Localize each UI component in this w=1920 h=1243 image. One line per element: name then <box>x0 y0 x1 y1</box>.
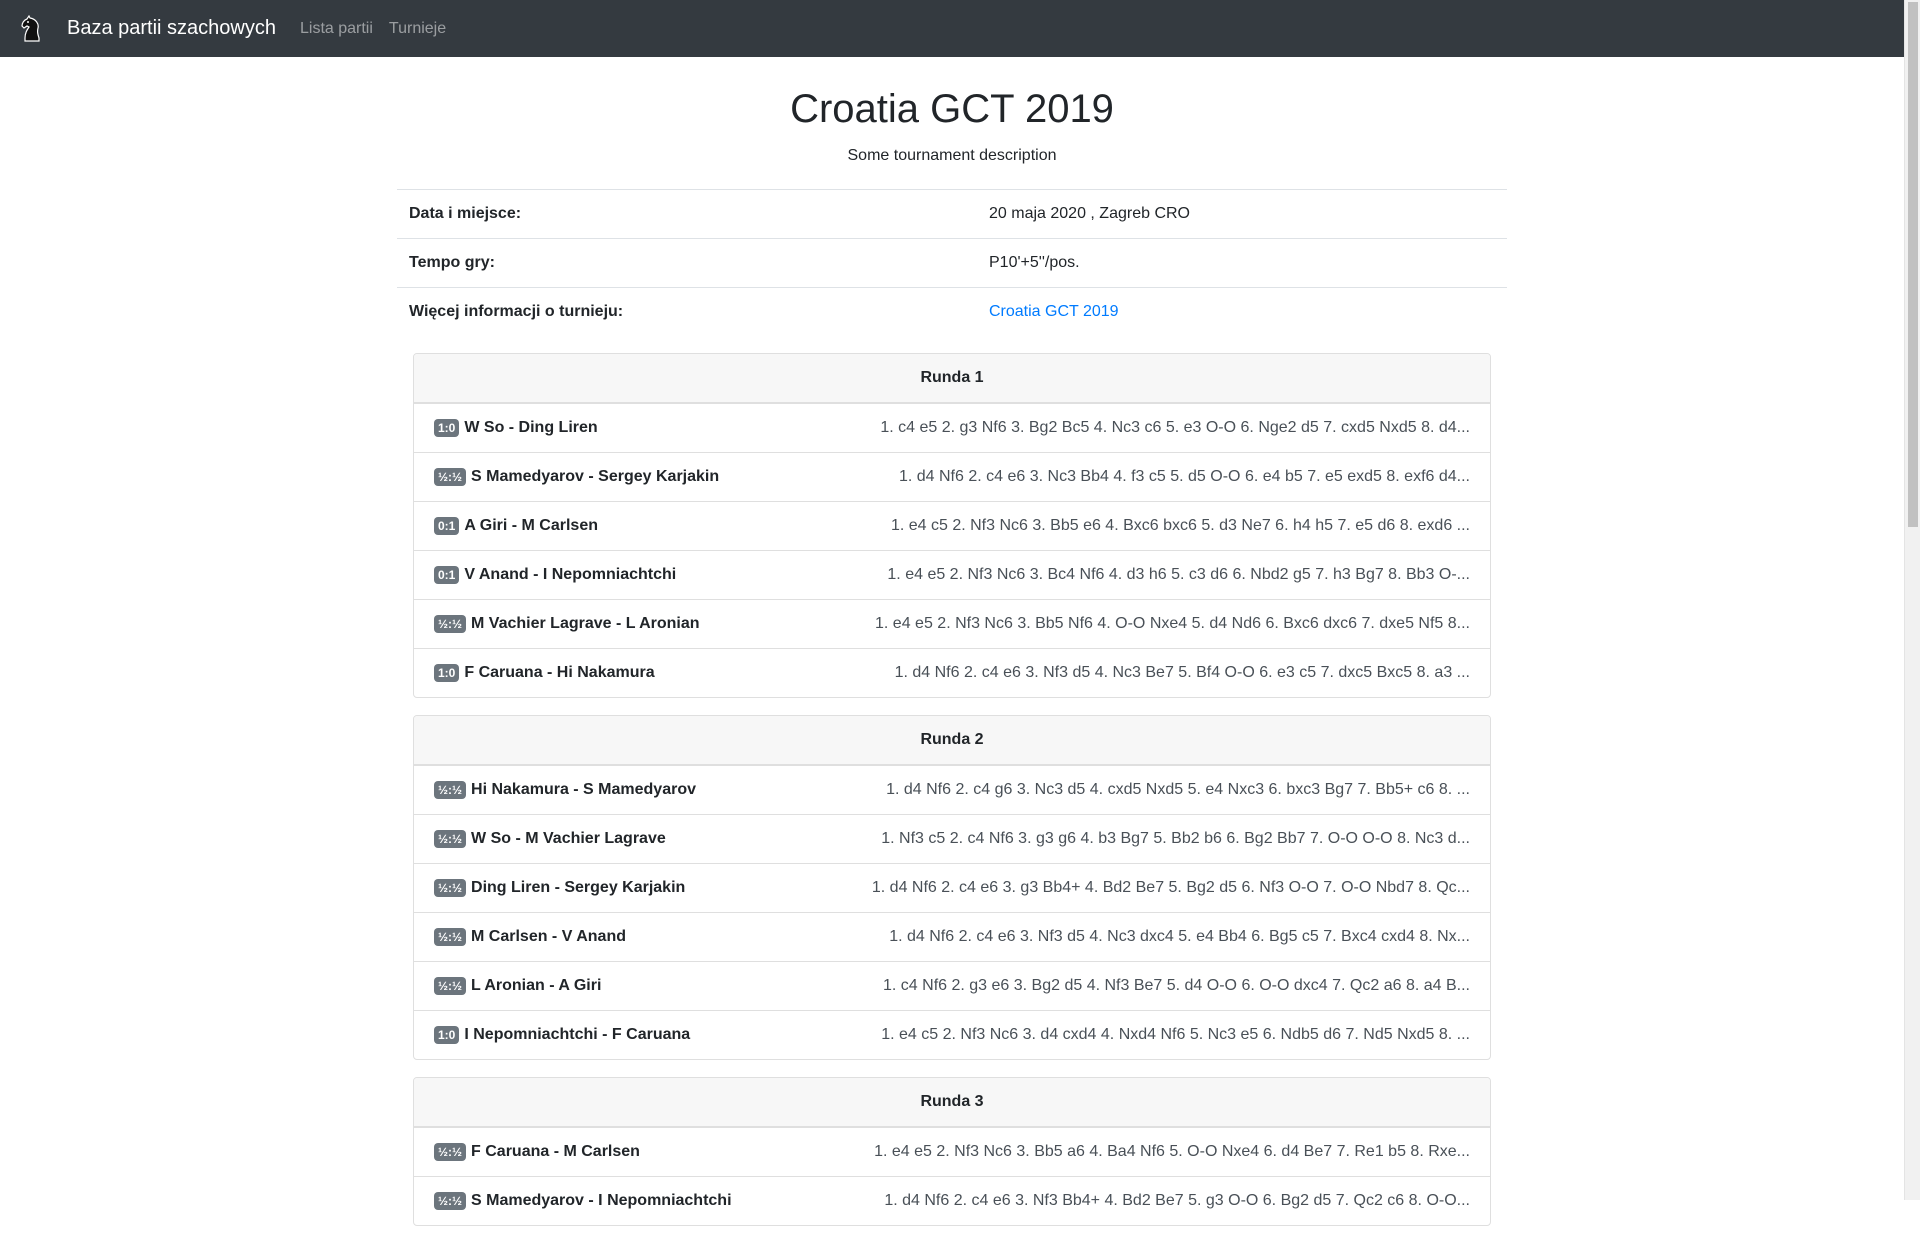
game-moves: 1. d4 Nf6 2. c4 e6 3. g3 Bb4+ 4. Bd2 Be7… <box>871 878 1470 896</box>
result-badge: ½:½ <box>434 1142 467 1161</box>
game-players[interactable]: I Nepomniachtchi - F Caruana <box>464 1026 690 1044</box>
result-badge: ½:½ <box>434 467 467 486</box>
chess-knight-icon[interactable] <box>17 14 47 44</box>
game-row[interactable]: ½:½ S Mamedyarov - Sergey Karjakin 1. d4 N… <box>414 451 1490 501</box>
game-row[interactable]: ½:½ W So - M Vachier Lagrave 1. Nf3 c5 2. … <box>414 813 1490 863</box>
game-players[interactable]: S Mamedyarov - Sergey Karjakin <box>471 468 719 486</box>
scrollbar-thumb[interactable] <box>1908 2 1918 527</box>
game-row[interactable]: 1:0 I Nepomniachtchi - F Caruana 1. e4 c5 … <box>414 1009 1490 1059</box>
result-badge: 1:0 <box>434 1025 460 1044</box>
game-moves: 1. Nf3 c5 2. c4 Nf6 3. g3 g6 4. b3 Bg7 5… <box>881 829 1470 847</box>
result-badge: 0:1 <box>434 565 460 584</box>
info-row-more: Więcej informacji o turnieju: Croatia GC… <box>397 287 1507 337</box>
game-moves: 1. d4 Nf6 2. c4 e6 3. Nf3 Bb4+ 4. Bd2 Be… <box>884 1191 1470 1209</box>
game-moves: 1. d4 Nf6 2. c4 e6 3. Nf3 d5 4. Nc3 Be7 … <box>894 663 1470 681</box>
info-value-more: Croatia GCT 2019 <box>977 287 1507 337</box>
info-value-tempo: P10'+5''/pos. <box>977 238 1507 288</box>
info-label-more: Więcej informacji o turnieju: <box>397 287 977 337</box>
game-players[interactable]: Hi Nakamura - S Mamedyarov <box>471 781 696 799</box>
game-row[interactable]: ½:½ M Carlsen - V Anand 1. d4 Nf6 2. c4 e6… <box>414 911 1490 961</box>
game-players[interactable]: W So - M Vachier Lagrave <box>471 830 666 848</box>
game-players[interactable]: M Carlsen - V Anand <box>471 928 626 946</box>
game-row[interactable]: 0:1 V Anand - I Nepomniachtchi 1. e4 e5 2.… <box>414 549 1490 599</box>
game-moves: 1. d4 Nf6 2. c4 e6 3. Nf3 d5 4. Nc3 dxc4… <box>889 927 1470 945</box>
game-moves: 1. e4 e5 2. Nf3 Nc6 3. Bc4 Nf6 4. d3 h6 … <box>887 565 1470 583</box>
game-row[interactable]: ½:½ Ding Liren - Sergey Karjakin 1. d4 Nf6… <box>414 862 1490 912</box>
tournament-info-link[interactable]: Croatia GCT 2019 <box>989 303 1119 320</box>
info-label-tempo: Tempo gry: <box>397 238 977 288</box>
game-moves: 1. c4 e5 2. g3 Nf6 3. Bg2 Bc5 4. Nc3 c6 … <box>880 418 1470 436</box>
tournament-description: Some tournament description <box>847 147 1057 164</box>
nav-link-games-list[interactable]: Lista partii <box>300 20 373 38</box>
round-card: Runda 1 1:0 W So - Ding Liren 1. c4 e5 2. … <box>413 352 1491 698</box>
game-players[interactable]: F Caruana - Hi Nakamura <box>464 664 654 682</box>
result-badge: ½:½ <box>434 614 467 633</box>
game-players[interactable]: A Giri - M Carlsen <box>464 517 598 535</box>
result-badge: ½:½ <box>434 927 467 946</box>
game-moves: 1. e4 e5 2. Nf3 Nc6 3. Bb5 a6 4. Ba4 Nf6… <box>874 1142 1470 1160</box>
brand[interactable]: Baza partii szachowych <box>17 14 300 44</box>
brand-title[interactable]: Baza partii szachowych <box>67 17 276 40</box>
result-badge: ½:½ <box>434 878 467 897</box>
result-badge: ½:½ <box>434 829 467 848</box>
game-players[interactable]: F Caruana - M Carlsen <box>471 1143 640 1161</box>
game-moves: 1. e4 c5 2. Nf3 Nc6 3. Bb5 e6 4. Bxc6 bx… <box>890 516 1470 534</box>
info-row-tempo: Tempo gry: P10'+5''/pos. <box>397 238 1507 288</box>
round-header: Runda 2 <box>414 715 1490 765</box>
game-moves: 1. c4 Nf6 2. g3 e6 3. Bg2 d5 4. Nf3 Be7 … <box>883 976 1470 994</box>
round-card: Runda 3 ½:½ F Caruana - M Carlsen 1. e4 e5… <box>413 1076 1491 1226</box>
info-value-date: 20 maja 2020 , Zagreb CRO <box>977 189 1507 239</box>
rounds-list: Runda 1 1:0 W So - Ding Liren 1. c4 e5 2. … <box>413 352 1491 1226</box>
game-moves: 1. d4 Nf6 2. c4 e6 3. Nc3 Bb4 4. f3 c5 5… <box>898 467 1470 485</box>
game-moves: 1. e4 e5 2. Nf3 Nc6 3. Bb5 Nf6 4. O-O Nx… <box>875 614 1470 632</box>
game-row[interactable]: ½:½ F Caruana - M Carlsen 1. e4 e5 2. Nf3 … <box>414 1126 1490 1176</box>
game-players[interactable]: Ding Liren - Sergey Karjakin <box>471 879 685 897</box>
game-row[interactable]: ½:½ Hi Nakamura - S Mamedyarov 1. d4 Nf6 2… <box>414 764 1490 814</box>
result-badge: 1:0 <box>434 663 460 682</box>
round-card: Runda 2 ½:½ Hi Nakamura - S Mamedyarov 1. … <box>413 714 1491 1060</box>
game-players[interactable]: L Aronian - A Giri <box>471 977 601 995</box>
info-label-date: Data i miejsce: <box>397 189 977 239</box>
info-row-date: Data i miejsce: 20 maja 2020 , Zagreb CR… <box>397 189 1507 239</box>
game-row[interactable]: 1:0 F Caruana - Hi Nakamura 1. d4 Nf6 2. c… <box>414 647 1490 697</box>
tournament-title: Croatia GCT 2019 <box>790 87 1114 131</box>
navbar: Baza partii szachowych Lista partii Turn… <box>0 0 1904 57</box>
game-players[interactable]: W So - Ding Liren <box>464 419 597 437</box>
game-row[interactable]: 0:1 A Giri - M Carlsen 1. e4 c5 2. Nf3 Nc6… <box>414 500 1490 550</box>
result-badge: 0:1 <box>434 516 460 535</box>
page-scrollbar[interactable] <box>1904 0 1920 1200</box>
tournament-info-table: Data i miejsce: 20 maja 2020 , Zagreb CR… <box>397 189 1507 337</box>
result-badge: ½:½ <box>434 780 467 799</box>
game-players[interactable]: S Mamedyarov - I Nepomniachtchi <box>471 1192 732 1210</box>
game-row[interactable]: ½:½ L Aronian - A Giri 1. c4 Nf6 2. g3 e6 … <box>414 960 1490 1010</box>
game-row[interactable]: ½:½ S Mamedyarov - I Nepomniachtchi 1. d4 … <box>414 1175 1490 1225</box>
game-players[interactable]: M Vachier Lagrave - L Aronian <box>471 615 700 633</box>
round-header: Runda 1 <box>414 353 1490 403</box>
game-moves: 1. e4 c5 2. Nf3 Nc6 3. d4 cxd4 4. Nxd4 N… <box>881 1025 1470 1043</box>
result-badge: ½:½ <box>434 976 467 995</box>
result-badge: ½:½ <box>434 1191 467 1210</box>
game-moves: 1. d4 Nf6 2. c4 g6 3. Nc3 d5 4. cxd5 Nxd… <box>886 780 1470 798</box>
game-row[interactable]: ½:½ M Vachier Lagrave - L Aronian 1. e4 e5… <box>414 598 1490 648</box>
round-header: Runda 3 <box>414 1077 1490 1127</box>
nav-link-tournaments[interactable]: Turnieje <box>389 20 446 38</box>
result-badge: 1:0 <box>434 418 460 437</box>
game-row[interactable]: 1:0 W So - Ding Liren 1. c4 e5 2. g3 Nf6 3… <box>414 402 1490 452</box>
game-players[interactable]: V Anand - I Nepomniachtchi <box>464 566 676 584</box>
main-content: Croatia GCT 2019 Some tournament descrip… <box>397 57 1507 1243</box>
